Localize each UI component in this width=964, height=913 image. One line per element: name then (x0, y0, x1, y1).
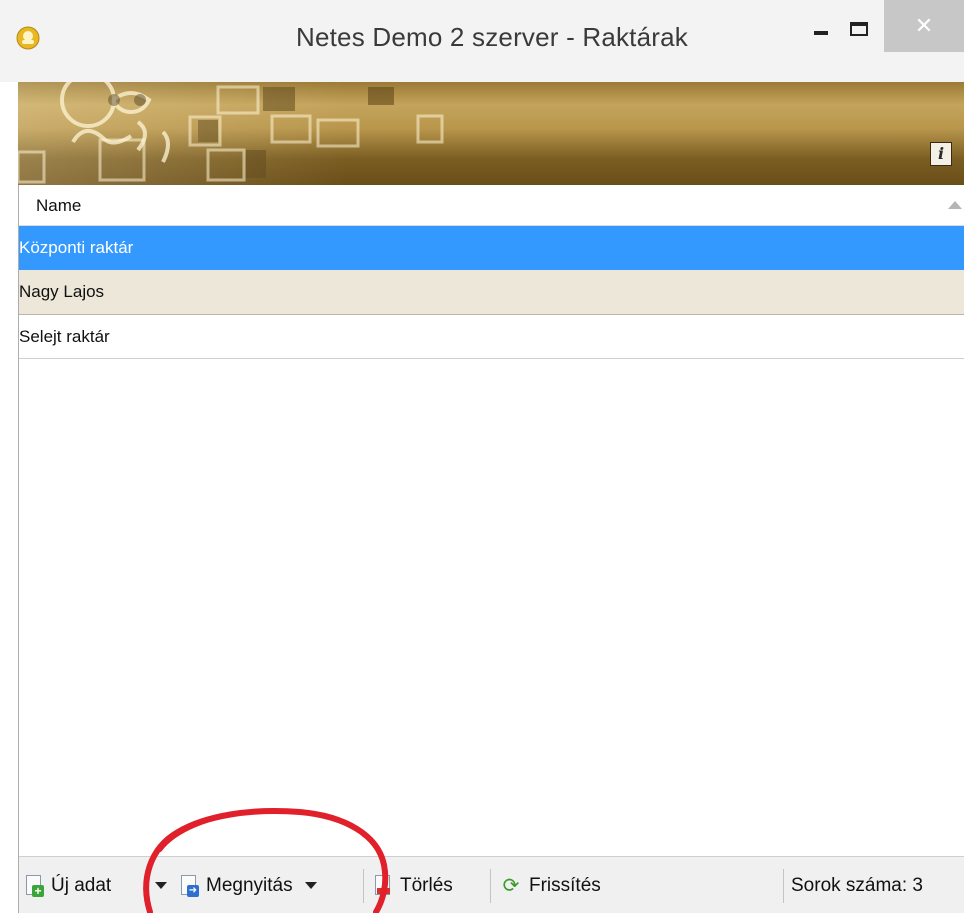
application-window: Netes Demo 2 szerver - Raktárak ✕ i Name… (0, 0, 964, 913)
minimize-button[interactable] (806, 6, 836, 52)
minimize-icon (814, 31, 828, 35)
new-record-dropdown[interactable] (153, 857, 167, 913)
sort-ascending-icon (948, 201, 962, 209)
table-row[interactable]: Selejt raktár (19, 315, 964, 359)
title-bar[interactable]: Netes Demo 2 szerver - Raktárak ✕ (0, 0, 964, 82)
row-name-cell: Nagy Lajos (19, 282, 105, 301)
open-button[interactable]: ➜ Megnyitás (179, 857, 317, 913)
banner-pattern (18, 82, 444, 184)
close-button[interactable]: ✕ (884, 0, 964, 52)
toolbar-separator (490, 869, 491, 903)
delete-document-icon (373, 874, 393, 897)
warehouse-grid: Name Központi raktár Nagy Lajos Selejt r… (19, 185, 964, 359)
header-banner (18, 82, 964, 185)
bottom-toolbar: + Új adat ➜ Megnyitás Törlés ⟳ Frissítés… (19, 856, 964, 913)
toolbar-separator (363, 869, 364, 903)
row-count-status: Sorok száma: 3 (791, 874, 923, 896)
row-name-cell: Selejt raktár (19, 327, 110, 346)
column-header-name[interactable]: Name (36, 196, 81, 216)
toolbar-separator (783, 869, 784, 903)
info-icon[interactable]: i (930, 142, 952, 166)
row-name-cell: Központi raktár (19, 238, 134, 257)
open-document-icon: ➜ (179, 874, 199, 897)
new-record-button[interactable]: + Új adat (24, 857, 111, 913)
delete-label: Törlés (400, 874, 453, 896)
close-icon: ✕ (914, 13, 934, 39)
table-row-selected[interactable]: Központi raktár (19, 226, 964, 270)
refresh-label: Frissítés (529, 874, 601, 896)
maximize-button[interactable] (840, 6, 878, 52)
new-record-label: Új adat (51, 874, 112, 896)
maximize-icon (850, 22, 868, 36)
window-title-text: Netes Demo 2 szerver - Raktárak (296, 22, 688, 52)
grid-header: Name (19, 185, 964, 226)
table-row[interactable]: Nagy Lajos (19, 270, 964, 315)
delete-button[interactable]: Törlés (373, 857, 453, 913)
new-document-icon: + (24, 874, 44, 897)
chevron-down-icon[interactable] (304, 882, 317, 889)
refresh-icon: ⟳ (502, 874, 520, 897)
refresh-button[interactable]: ⟳ Frissítés (500, 857, 601, 913)
chevron-down-icon (155, 882, 167, 889)
open-label: Megnyitás (206, 874, 293, 896)
